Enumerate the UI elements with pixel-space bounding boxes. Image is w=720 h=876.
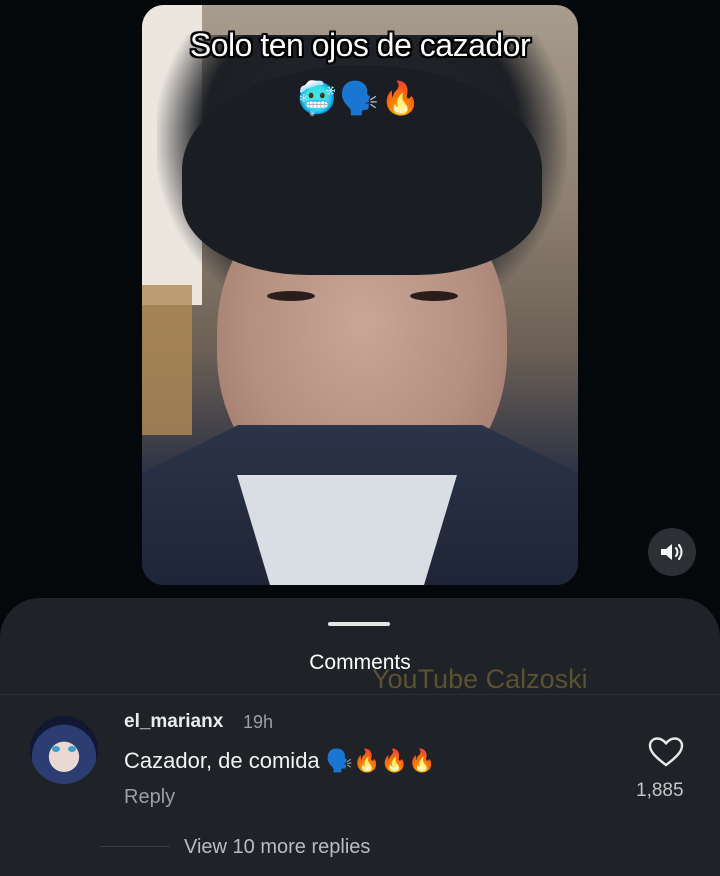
avatar-eye-right [68,746,76,752]
sheet-title: Comments [309,651,411,674]
video-player[interactable]: Solo ten ojos de cazador 🥶🗣️🔥 [142,5,578,585]
heart-outline-icon[interactable] [648,736,684,768]
view-replies-line [100,846,170,847]
sheet-divider [0,694,720,695]
avatar-eye-left [52,746,60,752]
comment-timestamp: 19h [243,712,274,732]
volume-button[interactable] [648,528,696,576]
sheet-drag-handle[interactable] [328,622,390,626]
video-caption: Solo ten ojos de cazador [189,27,531,63]
watermark: YouTube Calzoski [372,664,588,694]
reply-button[interactable]: Reply [124,786,175,809]
avatar[interactable] [30,716,98,784]
video-caption-emojis: 🥶🗣️🔥 [297,80,423,116]
view-more-replies-button[interactable]: View 10 more replies [184,836,370,859]
like-count: 1,885 [636,780,684,801]
video-eye-left [267,291,315,301]
comment-username[interactable]: el_marianx [124,711,223,733]
video-eye-right [410,291,458,301]
video-shirt [237,475,457,585]
comment-text: Cazador, de comida 🗣️🔥🔥🔥 [124,748,436,773]
speaker-icon [661,544,683,560]
comments-sheet: Comments YouTube Calzoski el_marianx 19h… [0,598,720,876]
